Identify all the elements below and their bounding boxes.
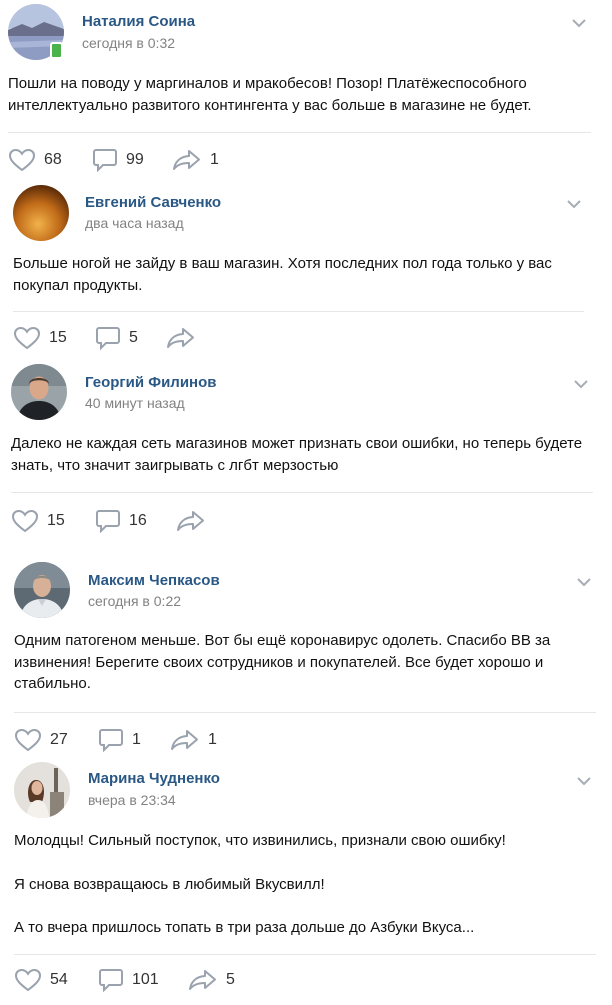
post-text-paragraph: Больше ногой не зайду в ваш магазин. Хот… [13, 255, 552, 294]
share-button[interactable]: 5 [188, 968, 235, 992]
comment-count: 99 [126, 151, 144, 168]
divider [13, 311, 584, 312]
comment-count: 101 [132, 971, 159, 988]
post-text-paragraph: Пошли на поводу у маргиналов и мракобесо… [8, 75, 532, 114]
chevron-down-icon[interactable] [573, 379, 589, 389]
woman-city-avatar [14, 762, 70, 818]
post-text: Далеко не каждая сеть магазинов может пр… [11, 433, 597, 476]
like-button[interactable]: 15 [11, 509, 65, 533]
post-text-paragraph: Я снова возвращаюсь в любимый Вкусвилл! [14, 875, 325, 893]
like-button[interactable]: 15 [13, 326, 67, 350]
share-icon [189, 970, 216, 990]
comment-button[interactable]: 16 [95, 509, 147, 533]
like-count: 15 [47, 512, 65, 529]
heart-icon [14, 728, 42, 752]
chevron-down-icon[interactable] [576, 776, 592, 786]
avatar[interactable] [14, 762, 70, 818]
post-text: Молодцы! Сильный поступок, что извинилис… [14, 830, 594, 939]
comment-button[interactable]: 5 [95, 326, 138, 350]
heart-icon [14, 968, 42, 992]
post-time[interactable]: 40 минут назад [85, 395, 185, 411]
comment-button[interactable]: 1 [98, 728, 141, 752]
share-button[interactable] [176, 509, 214, 533]
man-white-shirt-avatar [14, 562, 70, 618]
heart-icon [13, 326, 41, 350]
post-time[interactable]: сегодня в 0:22 [88, 593, 181, 609]
comment-count: 1 [132, 731, 141, 748]
like-count: 68 [44, 151, 62, 168]
chevron-down-icon[interactable] [576, 577, 592, 587]
divider [8, 132, 591, 133]
comment-button[interactable]: 99 [92, 148, 144, 172]
author-name[interactable]: Максим Чепкасов [88, 572, 220, 589]
avatar[interactable] [13, 185, 69, 241]
comment-icon [99, 969, 123, 992]
chevron-down-icon[interactable] [571, 18, 587, 28]
share-icon [171, 730, 198, 750]
heart-icon [11, 509, 39, 533]
divider [14, 954, 596, 955]
comment-count: 16 [129, 512, 147, 529]
avatar[interactable] [14, 562, 70, 618]
author-name[interactable]: Наталия Соина [82, 13, 195, 30]
like-button[interactable]: 68 [8, 148, 62, 172]
comment-count: 5 [129, 329, 138, 346]
chevron-down-icon[interactable] [566, 199, 582, 209]
like-count: 54 [50, 971, 68, 988]
comment-icon [96, 327, 120, 350]
share-count: 1 [210, 151, 219, 168]
man-dark-shirt-avatar [11, 364, 67, 420]
share-icon [167, 328, 194, 348]
like-button[interactable]: 54 [14, 968, 68, 992]
comment-icon [93, 149, 117, 172]
online-mobile-badge [50, 42, 63, 59]
comment-icon [99, 729, 123, 752]
post-text-paragraph: Одним патогеном меньше. Вот бы ещё корон… [14, 632, 551, 692]
like-count: 15 [49, 329, 67, 346]
like-count: 27 [50, 731, 68, 748]
orange-glow-avatar [13, 185, 69, 241]
post-time[interactable]: два часа назад [85, 215, 184, 231]
share-icon [173, 150, 200, 170]
avatar[interactable] [11, 364, 67, 420]
post-text-paragraph: Далеко не каждая сеть магазинов может пр… [11, 435, 583, 474]
post-text: Пошли на поводу у маргиналов и мракобесо… [8, 73, 588, 116]
heart-icon [8, 148, 36, 172]
divider [11, 492, 593, 493]
post-text: Одним патогеном меньше. Вот бы ещё корон… [14, 630, 594, 695]
divider [14, 712, 596, 713]
author-name[interactable]: Евгений Савченко [85, 194, 221, 211]
author-name[interactable]: Георгий Филинов [85, 374, 216, 391]
like-button[interactable]: 27 [14, 728, 68, 752]
share-button[interactable]: 1 [170, 728, 217, 752]
share-icon [177, 511, 204, 531]
share-button[interactable]: 1 [172, 148, 219, 172]
author-name[interactable]: Марина Чудненко [88, 770, 220, 787]
share-count: 1 [208, 731, 217, 748]
post-time[interactable]: вчера в 23:34 [88, 792, 176, 808]
share-count: 5 [226, 971, 235, 988]
share-button[interactable] [166, 326, 204, 350]
post-text: Больше ногой не зайду в ваш магазин. Хот… [13, 253, 593, 296]
post-text-paragraph: А то вчера пришлось топать в три раза до… [14, 919, 475, 936]
comment-button[interactable]: 101 [98, 968, 159, 992]
post-text-paragraph: Молодцы! Сильный поступок, что извинилис… [14, 832, 506, 849]
post-time[interactable]: сегодня в 0:32 [82, 35, 175, 51]
comment-icon [96, 510, 120, 533]
